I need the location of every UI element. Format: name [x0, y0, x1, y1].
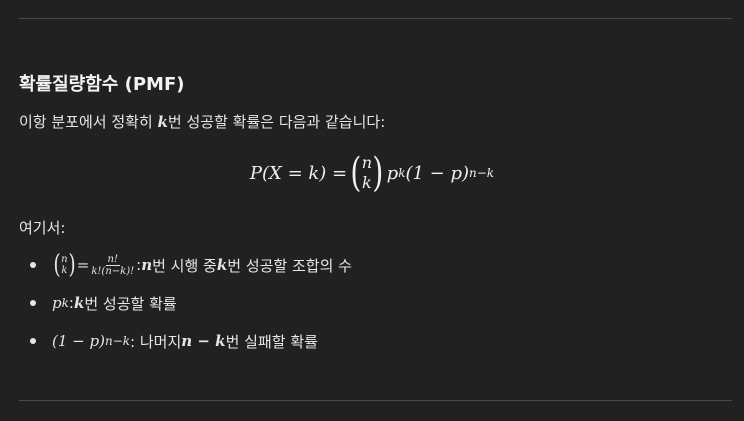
intro-text-before: 이항 분포에서 정확히 [19, 113, 158, 131]
binom-top: n [361, 153, 373, 172]
formula-complement: (1 − p) [405, 162, 470, 184]
binom-bottom: k [362, 173, 372, 192]
intro-text-after: 번 성공할 확률은 다음과 같습니다: [167, 113, 386, 131]
fraction-denominator: k!(n−k)! [91, 265, 135, 277]
item-binom-bottom: k [61, 265, 68, 276]
fraction-numerator: n! [105, 253, 120, 266]
formula-binomial: ( n k ) [348, 153, 386, 193]
definition-list: ( n k ) = n! k!(n−k)! : n번 시행 중 k번 성공할 조… [19, 246, 719, 360]
item-text: 번 실패할 확률 [225, 332, 318, 351]
formula-p: p [386, 162, 399, 184]
formula-p-exponent: k [398, 166, 406, 180]
item-fraction: n! k!(n−k)! [91, 254, 134, 277]
right-paren: ) [372, 150, 384, 196]
list-item: ( n k ) = n! k!(n−k)! : n번 시행 중 k번 성공할 조… [19, 246, 719, 284]
item-equals: = [76, 256, 90, 274]
intro-paragraph: 이항 분포에서 정확히 k번 성공할 확률은 다음과 같습니다: [19, 111, 385, 132]
left-paren: ( [350, 150, 362, 196]
item-exponent: k [61, 296, 69, 310]
item-base: (1 − p) [52, 332, 105, 350]
item-exponent: n−k [104, 334, 131, 348]
item-var: k [73, 294, 85, 312]
item-base: p [52, 294, 62, 312]
where-label: 여기서: [19, 219, 66, 237]
item-binomial: ( n k ) [53, 250, 76, 280]
item-var-n: n [141, 256, 153, 274]
item-text-2: 번 성공할 조합의 수 [227, 256, 352, 275]
list-item: pk: k번 성공할 확률 [19, 284, 719, 322]
list-item: (1 − p) n−k: 나머지 n − k번 실패할 확률 [19, 322, 719, 360]
formula-complement-exponent: n−k [469, 166, 495, 180]
bottom-divider [19, 400, 732, 401]
intro-variable: k [157, 113, 168, 131]
section-heading: 확률질량함수 (PMF) [19, 74, 185, 95]
bullet-dot [30, 262, 36, 268]
item-var-k: k [216, 256, 228, 274]
item-colon: : 나머지 [130, 332, 182, 351]
bullet-dot [30, 300, 36, 306]
pmf-formula: P(X = k) = ( n k ) p k (1 − p) n−k [0, 148, 744, 198]
item-text: 번 성공할 확률 [84, 294, 177, 313]
item-var: n − k [181, 332, 226, 350]
item-text-1: 번 시행 중 [152, 256, 217, 275]
item-binom-top: n [61, 254, 68, 265]
formula-lhs: P(X = k) = [249, 162, 348, 184]
top-divider [19, 18, 732, 19]
bullet-dot [30, 338, 36, 344]
